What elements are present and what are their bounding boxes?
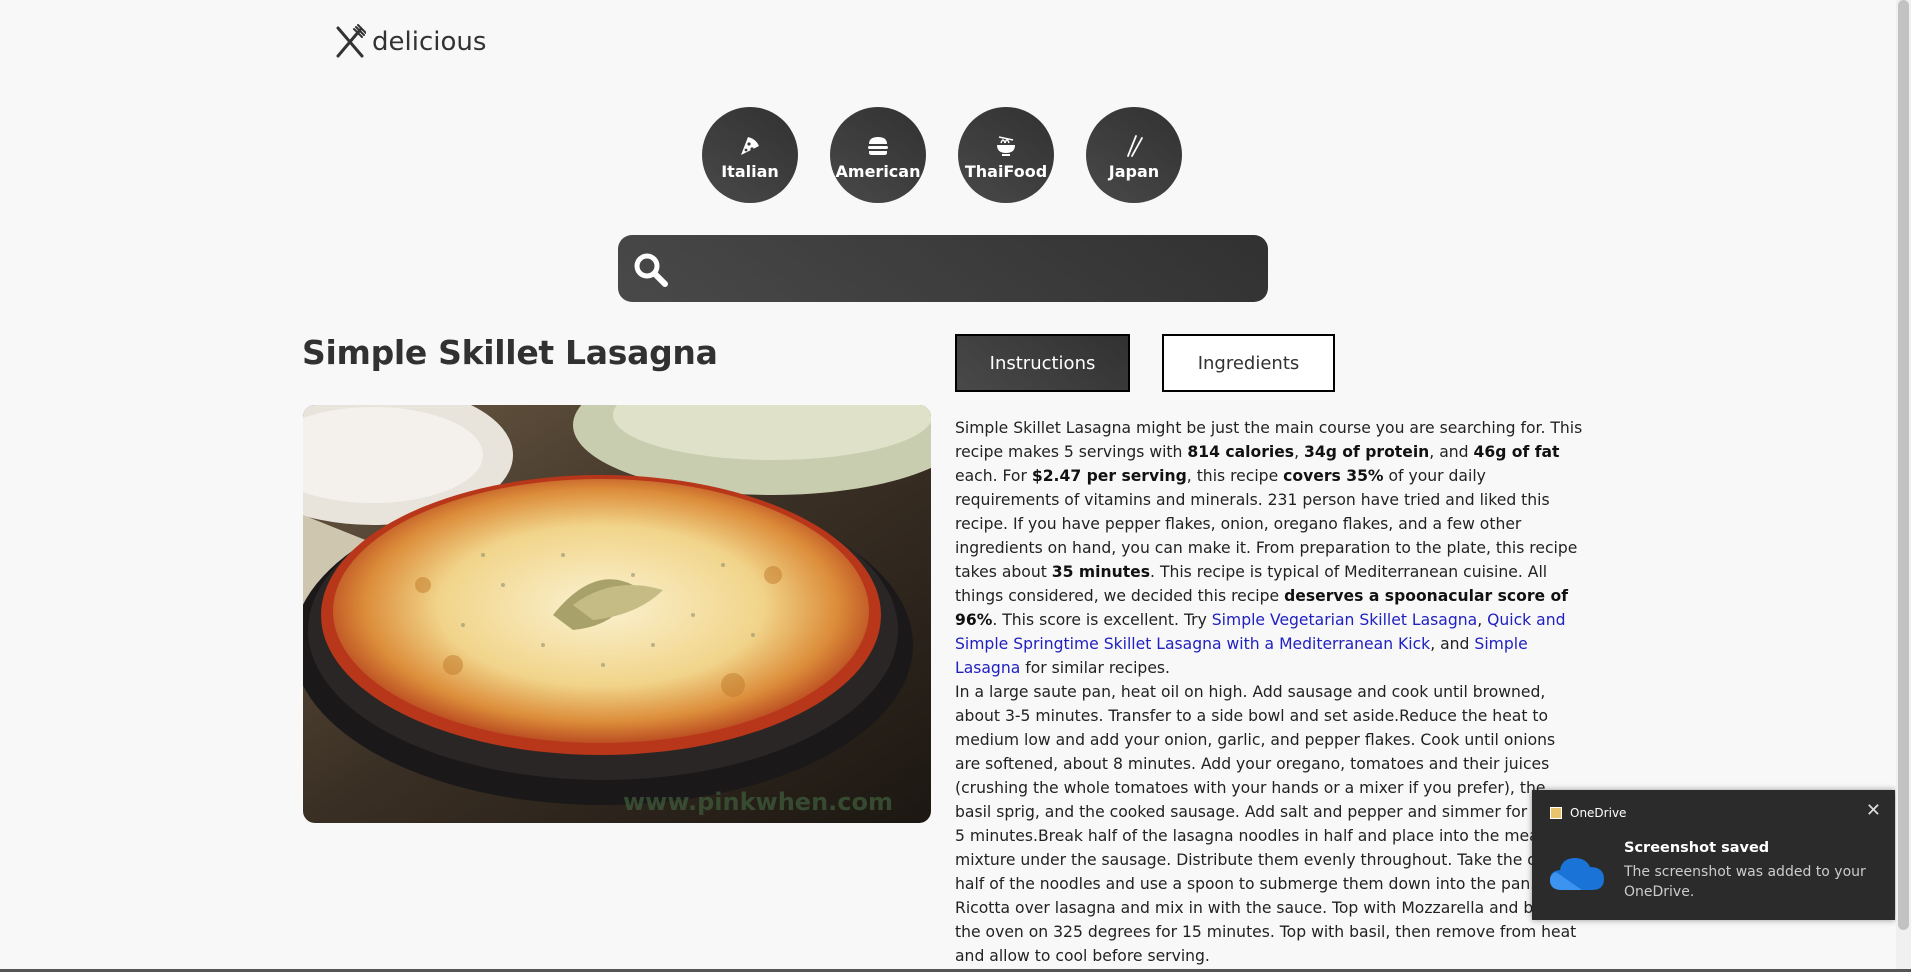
onedrive-notification[interactable]: OneDrive ✕ Screenshot saved The screensh… [1532, 790, 1895, 920]
notification-message: The screenshot was added to your OneDriv… [1624, 864, 1866, 900]
search-bar [618, 235, 1268, 302]
scrollbar-thumb[interactable] [1898, 0, 1909, 930]
similar-recipe-link[interactable]: Simple Vegetarian Skillet Lasagna [1212, 611, 1477, 629]
logo[interactable]: delicious [334, 24, 486, 60]
category-label: Japan [1108, 161, 1160, 181]
noodle-bowl-icon [997, 135, 1015, 156]
logo-text: delicious [372, 27, 487, 57]
category-label: American [835, 161, 921, 181]
search-input[interactable] [682, 245, 1256, 293]
recipe-instructions: In a large saute pan, heat oil on high. … [955, 683, 1585, 965]
close-icon[interactable]: ✕ [1866, 800, 1881, 821]
search-icon[interactable] [632, 251, 670, 289]
category-japan[interactable]: Japan [1086, 107, 1182, 203]
category-label: ThaiFood [964, 161, 1048, 181]
notification-title: Screenshot saved [1624, 840, 1770, 856]
tab-ingredients[interactable]: Ingredients [1162, 334, 1335, 392]
chopsticks-icon [1127, 134, 1143, 157]
image-watermark: www.pinkwhen.com [623, 788, 893, 816]
category-american[interactable]: American [830, 107, 926, 203]
recipe-image: www.pinkwhen.com [303, 405, 931, 823]
notification-app: OneDrive [1550, 806, 1626, 820]
recipe-title: Simple Skillet Lasagna [302, 333, 718, 372]
recipe-content: Simple Skillet Lasagna might be just the… [955, 416, 1585, 968]
category-label: Italian [721, 161, 779, 181]
cloud-icon [1550, 858, 1604, 890]
tab-instructions[interactable]: Instructions [955, 334, 1130, 392]
category-thaifood[interactable]: ThaiFood [958, 107, 1054, 203]
category-italian[interactable]: Italian [702, 107, 798, 203]
app-icon [1550, 807, 1562, 819]
fork-knife-icon [336, 24, 366, 58]
recipe-summary: Simple Skillet Lasagna might be just the… [955, 419, 1583, 677]
pizza-icon [741, 136, 759, 155]
notification-app-name: OneDrive [1570, 806, 1627, 820]
burger-icon [868, 136, 888, 155]
category-nav: Italian American ThaiFood Japan [702, 107, 1182, 203]
scrollbar[interactable] [1896, 0, 1911, 972]
